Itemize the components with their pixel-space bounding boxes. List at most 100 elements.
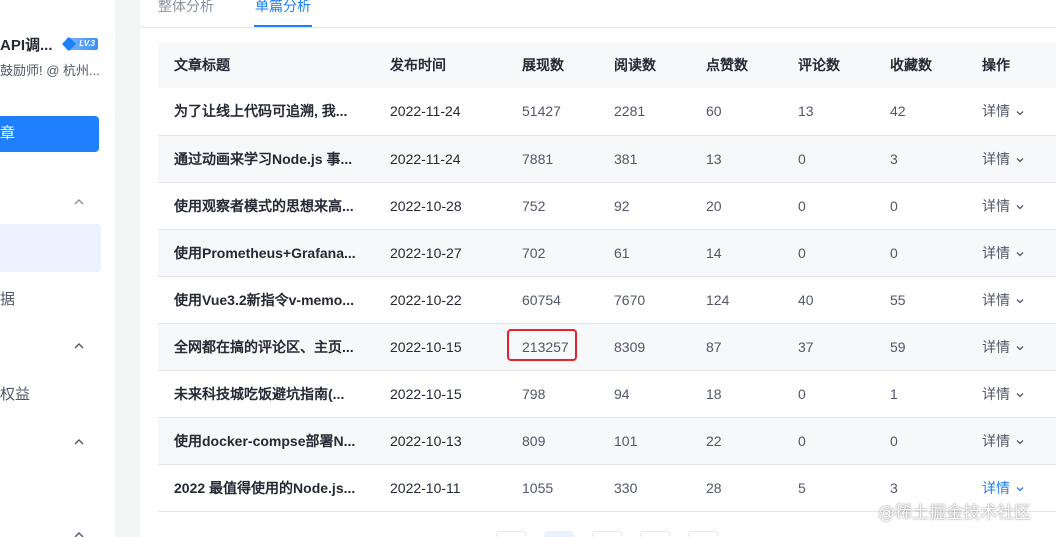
cell-favorites: 3 <box>874 135 966 183</box>
article-table: 文章标题 发布时间 展现数 阅读数 点赞数 评论数 收藏数 操作 为了让线上代码… <box>158 42 1056 512</box>
user-name[interactable]: API调... <box>0 34 53 55</box>
cell-likes: 14 <box>690 229 782 277</box>
detail-dropdown[interactable]: 详情 <box>982 339 1025 355</box>
cell-title[interactable]: 使用Vue3.2新指令v-memo... <box>158 276 374 324</box>
table-row: 为了让线上代码可追溯, 我... 2022-11-24 51427 2281 60 13 4… <box>158 88 1056 136</box>
detail-dropdown[interactable]: 详情 <box>982 386 1025 402</box>
level-badge: LV.3 <box>66 38 98 50</box>
cell-likes: 13 <box>690 135 782 183</box>
chevron-down-icon <box>1015 340 1025 356</box>
tab-single[interactable]: 单篇分析 <box>255 0 311 13</box>
cell-action: 详情 <box>966 276 1056 324</box>
chevron-up-icon[interactable] <box>73 195 85 207</box>
cell-date: 2022-10-13 <box>374 417 506 465</box>
detail-label: 详情 <box>982 103 1010 120</box>
sidebar: API调... LV.3 鼓励师! @ 杭州... 章 据 权益 <box>0 0 115 537</box>
detail-dropdown[interactable]: 详情 <box>982 292 1025 308</box>
cell-reads: 2281 <box>598 88 690 136</box>
chevron-down-icon <box>1015 387 1025 403</box>
cell-views: 702 <box>506 229 598 277</box>
cell-comments: 0 <box>782 417 874 465</box>
chevron-down-icon <box>1015 434 1025 450</box>
cell-title[interactable]: 2022 最值得使用的Node.js... <box>158 464 374 512</box>
analysis-tabs: 整体分析 单篇分析 <box>140 0 1056 28</box>
cell-action: 详情 <box>966 135 1056 183</box>
pagination-button[interactable] <box>640 531 670 537</box>
cell-reads: 381 <box>598 135 690 183</box>
cell-views: 60754 <box>506 276 598 324</box>
active-tab-indicator <box>254 25 312 27</box>
cell-title[interactable]: 未来科技城吃饭避坑指南(... <box>158 370 374 418</box>
cell-favorites: 0 <box>874 229 966 277</box>
detail-dropdown[interactable]: 详情 <box>982 433 1025 449</box>
cell-action: 详情 <box>966 417 1056 465</box>
cell-date: 2022-10-11 <box>374 464 506 512</box>
chevron-down-icon <box>1015 152 1025 168</box>
column-header-views: 展现数 <box>506 42 598 88</box>
detail-dropdown[interactable]: 详情 <box>982 151 1025 167</box>
chevron-down-icon <box>1015 481 1025 497</box>
table-row: 使用docker-compse部署N... 2022-10-13 809 101 22 0… <box>158 417 1056 465</box>
cell-date: 2022-10-15 <box>374 323 506 371</box>
watermark: @稀土掘金技术社区 <box>878 503 1031 523</box>
cell-title[interactable]: 使用观察者模式的思想来高... <box>158 182 374 230</box>
pagination-button-current[interactable] <box>544 531 574 537</box>
detail-label: 详情 <box>982 479 1010 496</box>
pagination-button[interactable] <box>496 531 526 537</box>
sidebar-item-data[interactable]: 据 <box>0 288 15 309</box>
column-header-action: 操作 <box>966 42 1056 88</box>
cell-date: 2022-11-24 <box>374 88 506 136</box>
cell-views: 809 <box>506 417 598 465</box>
cell-date: 2022-10-27 <box>374 229 506 277</box>
cell-title[interactable]: 使用Prometheus+Grafana... <box>158 229 374 277</box>
detail-label: 详情 <box>982 338 1010 355</box>
table-header-row: 文章标题 发布时间 展现数 阅读数 点赞数 评论数 收藏数 操作 <box>158 42 1056 88</box>
cell-title[interactable]: 为了让线上代码可追溯, 我... <box>158 88 374 136</box>
detail-label: 详情 <box>982 244 1010 261</box>
table-body: 为了让线上代码可追溯, 我... 2022-11-24 51427 2281 60 13 4… <box>158 88 1056 512</box>
chevron-down-icon <box>1015 293 1025 309</box>
detail-dropdown[interactable]: 详情 <box>982 480 1025 496</box>
cell-reads: 94 <box>598 370 690 418</box>
chevron-down-icon <box>1015 105 1025 121</box>
cell-likes: 87 <box>690 323 782 371</box>
cell-likes: 60 <box>690 88 782 136</box>
cell-date: 2022-10-22 <box>374 276 506 324</box>
table-row: 未来科技城吃饭避坑指南(... 2022-10-15 798 94 18 0 1 详情 <box>158 370 1056 418</box>
cell-likes: 22 <box>690 417 782 465</box>
column-header-favorites: 收藏数 <box>874 42 966 88</box>
cell-comments: 0 <box>782 135 874 183</box>
cell-title[interactable]: 全网都在搞的评论区、主页... <box>158 323 374 371</box>
cell-favorites: 0 <box>874 417 966 465</box>
cell-comments: 13 <box>782 88 874 136</box>
detail-label: 详情 <box>982 197 1010 214</box>
cell-date: 2022-10-28 <box>374 182 506 230</box>
detail-dropdown[interactable]: 详情 <box>982 103 1025 119</box>
cell-views: 798 <box>506 370 598 418</box>
chevron-up-icon[interactable] <box>73 435 85 447</box>
pagination-button[interactable] <box>592 531 622 537</box>
cell-comments: 0 <box>782 229 874 277</box>
cell-reads: 8309 <box>598 323 690 371</box>
detail-label: 详情 <box>982 432 1010 449</box>
sidebar-item-articles[interactable]: 章 <box>0 116 99 152</box>
cell-reads: 61 <box>598 229 690 277</box>
tab-overall[interactable]: 整体分析 <box>158 0 214 13</box>
column-header-title: 文章标题 <box>158 42 374 88</box>
detail-label: 详情 <box>982 150 1010 167</box>
user-description: 鼓励师! @ 杭州... <box>0 63 100 78</box>
cell-title[interactable]: 使用docker-compse部署N... <box>158 417 374 465</box>
sidebar-subitem-active[interactable] <box>0 224 101 272</box>
sidebar-item-rights[interactable]: 权益 <box>0 383 30 404</box>
cell-views: 213257 <box>506 323 598 371</box>
detail-dropdown[interactable]: 详情 <box>982 245 1025 261</box>
detail-dropdown[interactable]: 详情 <box>982 198 1025 214</box>
chevron-up-icon[interactable] <box>73 528 85 537</box>
pagination-button[interactable] <box>688 531 718 537</box>
cell-views: 7881 <box>506 135 598 183</box>
cell-views: 752 <box>506 182 598 230</box>
chevron-up-icon[interactable] <box>73 339 85 351</box>
cell-title[interactable]: 通过动画来学习Node.js 事... <box>158 135 374 183</box>
cell-action: 详情 <box>966 182 1056 230</box>
cell-date: 2022-10-15 <box>374 370 506 418</box>
